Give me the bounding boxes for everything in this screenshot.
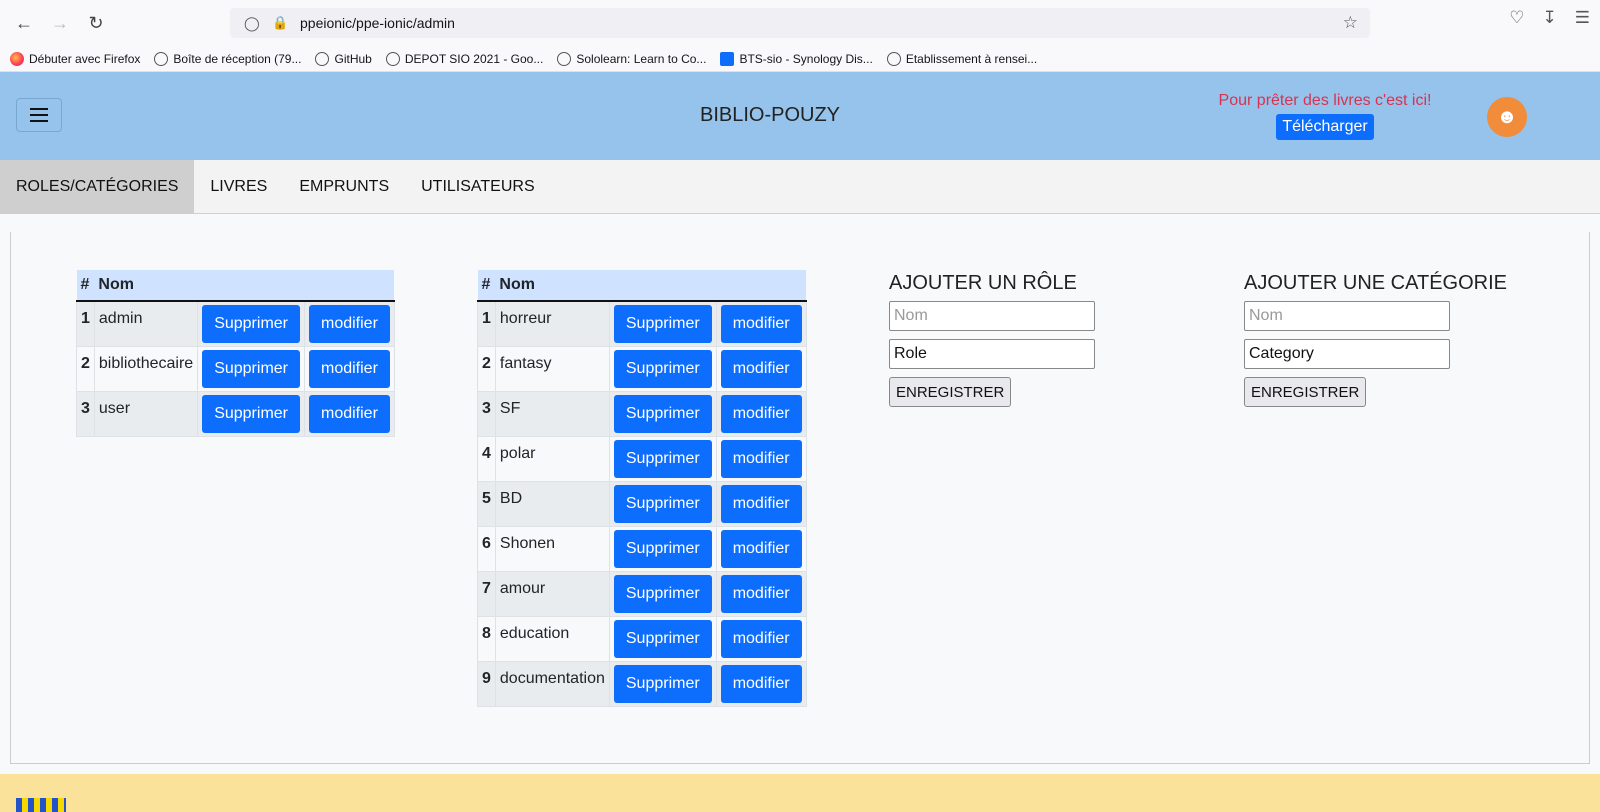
browser-toolbar: ← → ↻ ◯ 🔒 ppeionic/ppe-ionic/admin ☆ ♡ ↧…: [0, 0, 1600, 46]
col-header-num: #: [76, 270, 95, 302]
synology-icon: [720, 51, 735, 66]
edit-button[interactable]: modifier: [720, 350, 802, 388]
table-row: 1 admin Supprimer modifier: [76, 300, 395, 347]
pocket-icon[interactable]: ♡: [1509, 8, 1524, 28]
bookmark-item[interactable]: Boîte de réception (79...: [154, 51, 301, 66]
delete-button[interactable]: Supprimer: [613, 440, 712, 478]
add-role-title: AJOUTER UN RÔLE: [889, 272, 1077, 294]
download-button[interactable]: Télécharger: [1276, 114, 1374, 140]
globe-icon: [154, 51, 169, 66]
globe-icon: [557, 51, 572, 66]
table-row: 4 polar Supprimer modifier: [477, 436, 807, 482]
delete-button[interactable]: Supprimer: [613, 305, 712, 343]
edit-button[interactable]: modifier: [309, 305, 390, 343]
main-panel: # Nom 1 admin Supprimer modifier 2 bibli…: [10, 232, 1590, 764]
forward-icon[interactable]: →: [42, 5, 78, 41]
add-role-form: AJOUTER UN RÔLE ENREGISTRER: [889, 272, 1095, 407]
tab-livres[interactable]: LIVRES: [194, 160, 283, 214]
promo-block: Pour prêter des livres c'est ici! Téléch…: [1210, 92, 1440, 140]
bookmark-item[interactable]: Sololearn: Learn to Co...: [557, 51, 706, 66]
user-icon: ☻: [1496, 105, 1518, 128]
add-category-title: AJOUTER UNE CATÉGORIE: [1244, 272, 1507, 294]
delete-button[interactable]: Supprimer: [613, 485, 712, 523]
url-text: ppeionic/ppe-ionic/admin: [300, 15, 455, 31]
delete-button[interactable]: Supprimer: [613, 530, 712, 568]
footer-logo: [16, 798, 66, 812]
delete-button[interactable]: Supprimer: [613, 350, 712, 388]
download-icon[interactable]: ↧: [1543, 8, 1557, 28]
hamburger-menu-button[interactable]: [16, 98, 62, 132]
save-category-button[interactable]: ENREGISTRER: [1244, 377, 1367, 407]
delete-button[interactable]: Supprimer: [202, 350, 300, 388]
globe-icon: [315, 51, 330, 66]
bookmark-item[interactable]: Débuter avec Firefox: [10, 51, 140, 66]
role-type-input[interactable]: [889, 339, 1095, 369]
table-row: 3 SF Supprimer modifier: [477, 391, 807, 437]
edit-button[interactable]: modifier: [720, 440, 802, 478]
url-bar[interactable]: ◯ 🔒 ppeionic/ppe-ionic/admin ☆: [230, 8, 1370, 38]
bookmark-item[interactable]: GitHub: [315, 51, 372, 66]
edit-button[interactable]: modifier: [309, 350, 390, 388]
shield-icon: ◯: [244, 14, 260, 31]
edit-button[interactable]: modifier: [720, 575, 802, 613]
tab-emprunts[interactable]: EMPRUNTS: [283, 160, 405, 214]
table-row: 7 amour Supprimer modifier: [477, 571, 807, 617]
bookmark-star-icon[interactable]: ☆: [1343, 13, 1358, 33]
role-name-input[interactable]: [889, 301, 1095, 331]
avatar[interactable]: ☻: [1487, 97, 1527, 137]
category-type-input[interactable]: [1244, 339, 1450, 369]
promo-text: Pour prêter des livres c'est ici!: [1218, 92, 1432, 109]
edit-button[interactable]: modifier: [309, 395, 390, 433]
menu-icon[interactable]: ☰: [1575, 8, 1590, 28]
table-row: 2 bibliothecaire Supprimer modifier: [76, 346, 395, 392]
tab-roles-categories[interactable]: ROLES/CATÉGORIES: [0, 160, 195, 214]
delete-button[interactable]: Supprimer: [613, 665, 712, 703]
edit-button[interactable]: modifier: [720, 665, 802, 703]
globe-icon: [385, 51, 400, 66]
delete-button[interactable]: Supprimer: [202, 395, 300, 433]
bookmark-item[interactable]: DEPOT SIO 2021 - Goo...: [385, 51, 543, 66]
table-row: 1 horreur Supprimer modifier: [477, 300, 807, 347]
delete-button[interactable]: Supprimer: [613, 575, 712, 613]
table-row: 6 Shonen Supprimer modifier: [477, 526, 807, 572]
col-header-name: Nom: [94, 270, 395, 302]
table-row: 8 education Supprimer modifier: [477, 616, 807, 662]
firefox-icon: [10, 51, 24, 66]
globe-icon: [886, 51, 901, 66]
add-category-form: AJOUTER UNE CATÉGORIE ENREGISTRER: [1244, 272, 1507, 407]
footer: [0, 774, 1600, 812]
col-header-name: Nom: [495, 270, 807, 302]
edit-button[interactable]: modifier: [720, 305, 802, 343]
table-row: 9 documentation Supprimer modifier: [477, 661, 807, 707]
reload-icon[interactable]: ↻: [78, 5, 114, 41]
delete-button[interactable]: Supprimer: [613, 395, 712, 433]
edit-button[interactable]: modifier: [720, 620, 802, 658]
save-role-button[interactable]: ENREGISTRER: [889, 377, 1012, 407]
roles-table: # Nom 1 admin Supprimer modifier 2 bibli…: [76, 270, 395, 437]
table-row: 3 user Supprimer modifier: [76, 391, 395, 437]
tab-bar: ROLES/CATÉGORIES LIVRES EMPRUNTS UTILISA…: [0, 160, 1600, 214]
categories-table: # Nom 1 horreur Supprimer modifier 2 fan…: [477, 270, 807, 707]
table-row: 2 fantasy Supprimer modifier: [477, 346, 807, 392]
bookmarks-bar: Débuter avec Firefox Boîte de réception …: [0, 46, 1600, 72]
insecure-lock-icon[interactable]: 🔒: [272, 15, 290, 31]
app-title: BIBLIO-POUZY: [699, 104, 841, 126]
bookmark-item[interactable]: Etablissement à rensei...: [886, 51, 1037, 66]
delete-button[interactable]: Supprimer: [202, 305, 300, 343]
tab-utilisateurs[interactable]: UTILISATEURS: [405, 160, 551, 214]
edit-button[interactable]: modifier: [720, 395, 802, 433]
category-name-input[interactable]: [1244, 301, 1450, 331]
edit-button[interactable]: modifier: [720, 485, 802, 523]
delete-button[interactable]: Supprimer: [613, 620, 712, 658]
col-header-num: #: [477, 270, 496, 302]
edit-button[interactable]: modifier: [720, 530, 802, 568]
table-row: 5 BD Supprimer modifier: [477, 481, 807, 527]
app-header: BIBLIO-POUZY Pour prêter des livres c'es…: [0, 72, 1600, 160]
back-icon[interactable]: ←: [6, 5, 42, 41]
bookmark-item[interactable]: BTS-sio - Synology Dis...: [720, 51, 873, 66]
